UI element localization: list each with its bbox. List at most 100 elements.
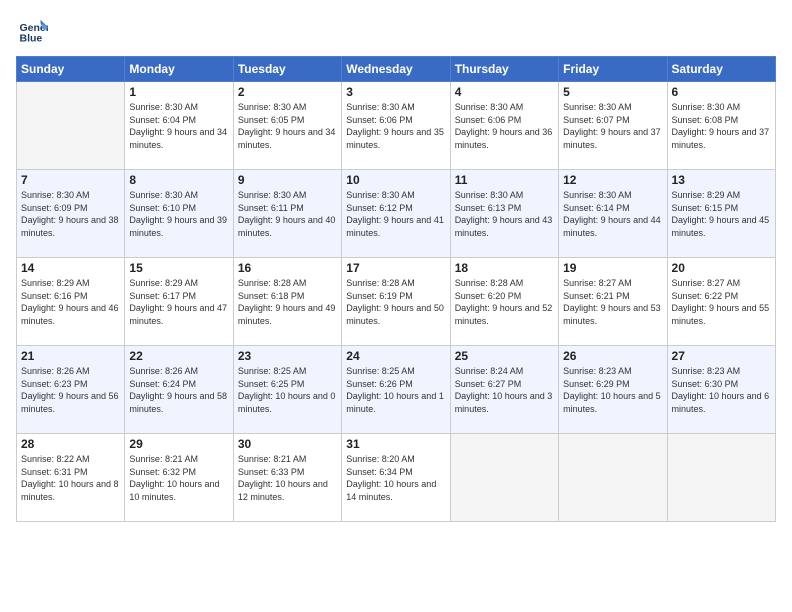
- day-number: 14: [21, 261, 120, 275]
- day-number: 18: [455, 261, 554, 275]
- weekday-header-wednesday: Wednesday: [342, 57, 450, 82]
- day-number: 15: [129, 261, 228, 275]
- day-info: Sunrise: 8:21 AMSunset: 6:33 PMDaylight:…: [238, 453, 337, 503]
- day-info: Sunrise: 8:30 AMSunset: 6:07 PMDaylight:…: [563, 101, 662, 151]
- day-info: Sunrise: 8:21 AMSunset: 6:32 PMDaylight:…: [129, 453, 228, 503]
- day-info: Sunrise: 8:30 AMSunset: 6:05 PMDaylight:…: [238, 101, 337, 151]
- day-number: 6: [672, 85, 771, 99]
- day-info: Sunrise: 8:20 AMSunset: 6:34 PMDaylight:…: [346, 453, 445, 503]
- day-number: 10: [346, 173, 445, 187]
- calendar-day-cell: 6 Sunrise: 8:30 AMSunset: 6:08 PMDaylight…: [667, 82, 775, 170]
- day-info: Sunrise: 8:29 AMSunset: 6:17 PMDaylight:…: [129, 277, 228, 327]
- day-number: 27: [672, 349, 771, 363]
- calendar-day-cell: 5Sunrise: 8:30 AMSunset: 6:07 PMDaylight…: [559, 82, 667, 170]
- day-info: Sunrise: 8:28 AMSunset: 6:20 PMDaylight:…: [455, 277, 554, 327]
- calendar-day-cell: 10 Sunrise: 8:30 AMSunset: 6:12 PMDayligh…: [342, 170, 450, 258]
- calendar-table: SundayMondayTuesdayWednesdayThursdayFrid…: [16, 56, 776, 522]
- calendar-day-cell: 30 Sunrise: 8:21 AMSunset: 6:33 PMDayligh…: [233, 434, 341, 522]
- logo: General Blue: [16, 16, 48, 46]
- day-info: Sunrise: 8:23 AMSunset: 6:29 PMDaylight:…: [563, 365, 662, 415]
- logo-icon: General Blue: [18, 16, 48, 46]
- calendar-day-cell: 7 Sunrise: 8:30 AMSunset: 6:09 PMDaylight…: [17, 170, 125, 258]
- page-header: General Blue: [16, 16, 776, 46]
- calendar-day-cell: 21 Sunrise: 8:26 AMSunset: 6:23 PMDayligh…: [17, 346, 125, 434]
- day-number: 16: [238, 261, 337, 275]
- calendar-day-cell: 25 Sunrise: 8:24 AMSunset: 6:27 PMDayligh…: [450, 346, 558, 434]
- day-info: Sunrise: 8:30 AMSunset: 6:12 PMDaylight:…: [346, 189, 445, 239]
- weekday-header-row: SundayMondayTuesdayWednesdayThursdayFrid…: [17, 57, 776, 82]
- day-info: Sunrise: 8:30 AMSunset: 6:06 PMDaylight:…: [455, 101, 554, 151]
- day-number: 2: [238, 85, 337, 99]
- day-number: 24: [346, 349, 445, 363]
- day-info: Sunrise: 8:30 AMSunset: 6:11 PMDaylight:…: [238, 189, 337, 239]
- day-info: Sunrise: 8:29 AMSunset: 6:15 PMDaylight:…: [672, 189, 771, 239]
- calendar-day-cell: 26 Sunrise: 8:23 AMSunset: 6:29 PMDayligh…: [559, 346, 667, 434]
- weekday-header-thursday: Thursday: [450, 57, 558, 82]
- calendar-day-cell: [17, 82, 125, 170]
- day-number: 19: [563, 261, 662, 275]
- weekday-header-tuesday: Tuesday: [233, 57, 341, 82]
- calendar-day-cell: 3 Sunrise: 8:30 AMSunset: 6:06 PMDaylight…: [342, 82, 450, 170]
- day-info: Sunrise: 8:29 AMSunset: 6:16 PMDaylight:…: [21, 277, 120, 327]
- day-info: Sunrise: 8:28 AMSunset: 6:19 PMDaylight:…: [346, 277, 445, 327]
- calendar-day-cell: 9Sunrise: 8:30 AMSunset: 6:11 PMDaylight…: [233, 170, 341, 258]
- day-number: 13: [672, 173, 771, 187]
- day-info: Sunrise: 8:30 AMSunset: 6:09 PMDaylight:…: [21, 189, 120, 239]
- day-number: 12: [563, 173, 662, 187]
- day-number: 26: [563, 349, 662, 363]
- day-number: 1: [129, 85, 228, 99]
- day-info: Sunrise: 8:26 AMSunset: 6:23 PMDaylight:…: [21, 365, 120, 415]
- calendar-day-cell: 31Sunrise: 8:20 AMSunset: 6:34 PMDayligh…: [342, 434, 450, 522]
- calendar-day-cell: [450, 434, 558, 522]
- day-number: 22: [129, 349, 228, 363]
- day-number: 17: [346, 261, 445, 275]
- calendar-page: General Blue SundayMondayTuesdayWednesda…: [0, 0, 792, 612]
- day-number: 21: [21, 349, 120, 363]
- day-info: Sunrise: 8:22 AMSunset: 6:31 PMDaylight:…: [21, 453, 120, 503]
- day-number: 30: [238, 437, 337, 451]
- calendar-day-cell: 29 Sunrise: 8:21 AMSunset: 6:32 PMDayligh…: [125, 434, 233, 522]
- calendar-day-cell: 19 Sunrise: 8:27 AMSunset: 6:21 PMDayligh…: [559, 258, 667, 346]
- day-info: Sunrise: 8:23 AMSunset: 6:30 PMDaylight:…: [672, 365, 771, 415]
- calendar-day-cell: 2 Sunrise: 8:30 AMSunset: 6:05 PMDaylight…: [233, 82, 341, 170]
- calendar-day-cell: 28Sunrise: 8:22 AMSunset: 6:31 PMDayligh…: [17, 434, 125, 522]
- day-number: 7: [21, 173, 120, 187]
- day-info: Sunrise: 8:24 AMSunset: 6:27 PMDaylight:…: [455, 365, 554, 415]
- day-number: 3: [346, 85, 445, 99]
- weekday-header-sunday: Sunday: [17, 57, 125, 82]
- day-info: Sunrise: 8:27 AMSunset: 6:22 PMDaylight:…: [672, 277, 771, 327]
- calendar-day-cell: 17 Sunrise: 8:28 AMSunset: 6:19 PMDayligh…: [342, 258, 450, 346]
- day-info: Sunrise: 8:25 AMSunset: 6:25 PMDaylight:…: [238, 365, 337, 415]
- day-number: 23: [238, 349, 337, 363]
- calendar-day-cell: 11Sunrise: 8:30 AMSunset: 6:13 PMDayligh…: [450, 170, 558, 258]
- calendar-day-cell: 1Sunrise: 8:30 AMSunset: 6:04 PMDaylight…: [125, 82, 233, 170]
- calendar-day-cell: 23 Sunrise: 8:25 AMSunset: 6:25 PMDayligh…: [233, 346, 341, 434]
- calendar-week-row: 7 Sunrise: 8:30 AMSunset: 6:09 PMDaylight…: [17, 170, 776, 258]
- calendar-day-cell: 4 Sunrise: 8:30 AMSunset: 6:06 PMDaylight…: [450, 82, 558, 170]
- day-number: 20: [672, 261, 771, 275]
- day-number: 29: [129, 437, 228, 451]
- calendar-day-cell: [559, 434, 667, 522]
- calendar-day-cell: 20 Sunrise: 8:27 AMSunset: 6:22 PMDayligh…: [667, 258, 775, 346]
- calendar-day-cell: 22Sunrise: 8:26 AMSunset: 6:24 PMDayligh…: [125, 346, 233, 434]
- day-number: 4: [455, 85, 554, 99]
- calendar-day-cell: 14 Sunrise: 8:29 AMSunset: 6:16 PMDayligh…: [17, 258, 125, 346]
- calendar-week-row: 1Sunrise: 8:30 AMSunset: 6:04 PMDaylight…: [17, 82, 776, 170]
- svg-text:Blue: Blue: [20, 33, 43, 45]
- day-number: 25: [455, 349, 554, 363]
- day-info: Sunrise: 8:30 AMSunset: 6:06 PMDaylight:…: [346, 101, 445, 151]
- calendar-day-cell: 12 Sunrise: 8:30 AMSunset: 6:14 PMDayligh…: [559, 170, 667, 258]
- calendar-day-cell: [667, 434, 775, 522]
- weekday-header-monday: Monday: [125, 57, 233, 82]
- day-info: Sunrise: 8:30 AMSunset: 6:10 PMDaylight:…: [129, 189, 228, 239]
- day-info: Sunrise: 8:27 AMSunset: 6:21 PMDaylight:…: [563, 277, 662, 327]
- day-info: Sunrise: 8:25 AMSunset: 6:26 PMDaylight:…: [346, 365, 445, 415]
- day-info: Sunrise: 8:28 AMSunset: 6:18 PMDaylight:…: [238, 277, 337, 327]
- day-info: Sunrise: 8:30 AMSunset: 6:14 PMDaylight:…: [563, 189, 662, 239]
- day-number: 11: [455, 173, 554, 187]
- day-info: Sunrise: 8:30 AMSunset: 6:08 PMDaylight:…: [672, 101, 771, 151]
- day-number: 8: [129, 173, 228, 187]
- calendar-day-cell: 24 Sunrise: 8:25 AMSunset: 6:26 PMDayligh…: [342, 346, 450, 434]
- weekday-header-friday: Friday: [559, 57, 667, 82]
- calendar-week-row: 21 Sunrise: 8:26 AMSunset: 6:23 PMDayligh…: [17, 346, 776, 434]
